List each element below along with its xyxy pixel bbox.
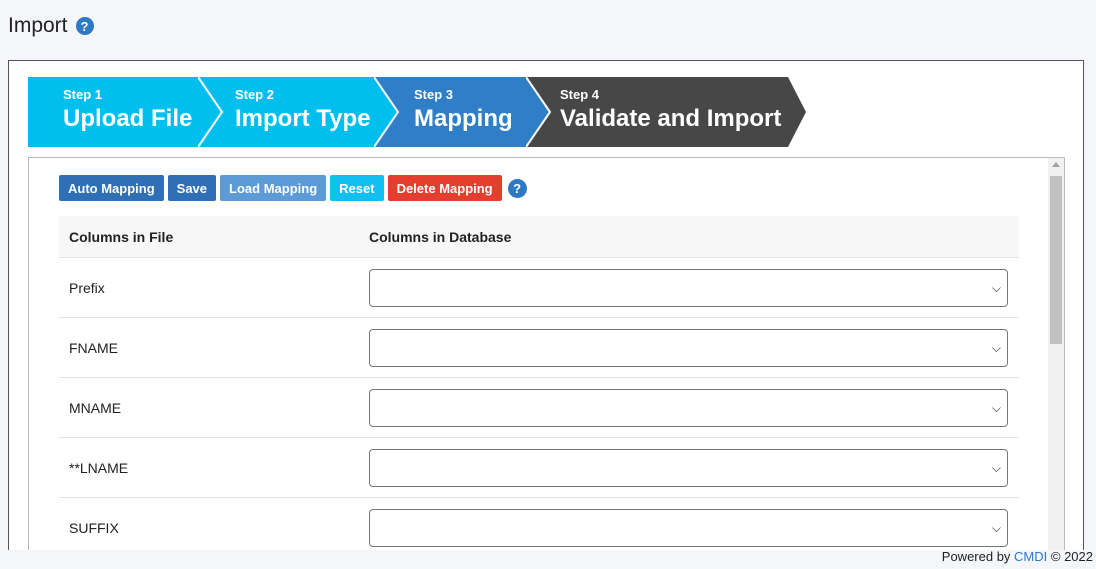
database-column-select[interactable]: ⌵ — [369, 328, 1008, 367]
db-column-cell: ⌵ — [359, 497, 1019, 550]
reset-button[interactable]: Reset — [330, 175, 384, 201]
file-column-name: **LNAME — [59, 437, 359, 498]
page-title: Import — [8, 14, 68, 37]
auto-mapping-button[interactable]: Auto Mapping — [59, 175, 164, 201]
chevron-down-icon: ⌵ — [991, 340, 1001, 355]
file-column-name: SUFFIX — [59, 497, 359, 550]
step-number: Step 4 — [560, 87, 600, 102]
vertical-scrollbar[interactable] — [1048, 158, 1064, 550]
step-number: Step 1 — [63, 87, 103, 102]
wizard-steps: Step 1 Upload File Step 2 Import Type St… — [28, 77, 828, 147]
db-column-cell: ⌵ — [359, 317, 1019, 378]
scrollbar-thumb[interactable] — [1050, 176, 1062, 344]
table-row: FNAME ⌵ — [59, 317, 1019, 378]
save-button[interactable]: Save — [167, 175, 217, 201]
file-column-name: MNAME — [59, 377, 359, 438]
import-card: Step 1 Upload File Step 2 Import Type St… — [8, 60, 1084, 550]
column-header-file: Columns in File — [59, 216, 359, 258]
table-row: SUFFIX ⌵ — [59, 497, 1019, 550]
mapping-table: Columns in File Columns in Database Pref… — [59, 216, 1019, 550]
step-name: Import Type — [235, 105, 371, 132]
column-header-database: Columns in Database — [359, 216, 1019, 258]
step-validate-import[interactable]: Step 4 Validate and Import — [526, 77, 806, 147]
scroll-up-arrow-icon[interactable] — [1052, 162, 1060, 167]
chevron-down-icon: ⌵ — [991, 520, 1001, 535]
db-column-cell: ⌵ — [359, 257, 1019, 318]
help-icon[interactable]: ? — [507, 178, 527, 198]
db-column-cell: ⌵ — [359, 437, 1019, 498]
chevron-down-icon: ⌵ — [991, 400, 1001, 415]
chevron-down-icon: ⌵ — [991, 460, 1001, 475]
chevron-down-icon: ⌵ — [991, 280, 1001, 295]
step-name: Mapping — [414, 105, 513, 132]
mapping-toolbar: Auto Mapping Save Load Mapping Reset Del… — [59, 175, 527, 201]
step-mapping[interactable]: Step 3 Mapping — [374, 77, 550, 147]
database-column-select[interactable]: ⌵ — [369, 388, 1008, 427]
table-row: MNAME ⌵ — [59, 377, 1019, 438]
page-header: Import ? — [8, 12, 94, 40]
footer: Powered by CMDI © 2022 — [942, 549, 1093, 564]
step-name: Upload File — [63, 105, 193, 132]
footer-suffix: © 2022 — [1047, 549, 1093, 564]
step-number: Step 2 — [235, 87, 275, 102]
delete-mapping-button[interactable]: Delete Mapping — [387, 175, 502, 201]
table-header-row: Columns in File Columns in Database — [59, 216, 1019, 258]
footer-brand-link[interactable]: CMDI — [1014, 549, 1047, 564]
step-upload-file[interactable]: Step 1 Upload File — [28, 77, 224, 147]
step-name: Validate and Import — [560, 105, 782, 132]
file-column-name: FNAME — [59, 317, 359, 378]
database-column-select[interactable]: ⌵ — [369, 448, 1008, 487]
mapping-panel: Auto Mapping Save Load Mapping Reset Del… — [28, 157, 1065, 550]
load-mapping-button[interactable]: Load Mapping — [220, 175, 327, 201]
database-column-select[interactable]: ⌵ — [369, 268, 1008, 307]
footer-prefix: Powered by — [941, 549, 1015, 564]
help-icon[interactable]: ? — [75, 17, 94, 35]
step-import-type[interactable]: Step 2 Import Type — [198, 77, 398, 147]
step-number: Step 3 — [414, 87, 454, 102]
file-column-name: Prefix — [59, 257, 359, 318]
table-row: **LNAME ⌵ — [59, 437, 1019, 498]
database-column-select[interactable]: ⌵ — [369, 508, 1008, 547]
table-row: Prefix ⌵ — [59, 257, 1019, 318]
db-column-cell: ⌵ — [359, 377, 1019, 438]
